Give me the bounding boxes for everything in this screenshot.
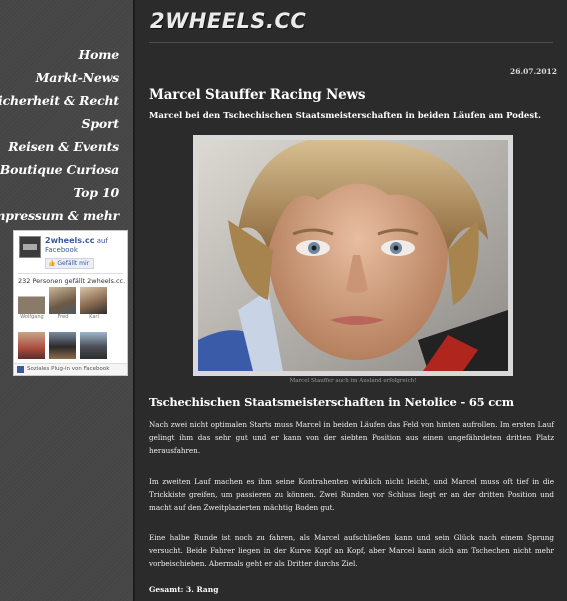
thumbs-up-icon: 👍 xyxy=(48,260,56,267)
article-paragraph: Eine halbe Runde ist noch zu fahren, als… xyxy=(149,533,554,568)
page-avatar[interactable] xyxy=(19,236,41,258)
nav-item-sport[interactable]: Sport xyxy=(0,115,120,138)
fan-avatar[interactable] xyxy=(18,332,45,359)
divider xyxy=(18,273,123,274)
fb-page-title: 2wheels.cc auf Facebook xyxy=(45,236,108,255)
total-result: Gesamt: 3. Rang xyxy=(149,585,219,594)
rider-portrait-image xyxy=(198,140,508,371)
sidebar: Home Markt-News Sicherheit & Recht Sport… xyxy=(0,0,133,601)
fan-name[interactable]: Karl xyxy=(79,314,109,320)
portrait-illustration xyxy=(198,140,508,371)
fan-avatar[interactable] xyxy=(49,332,76,359)
fan-avatar[interactable] xyxy=(49,287,76,314)
nav-item-home[interactable]: Home xyxy=(0,46,119,69)
nav-item-top-10[interactable]: Top 10 xyxy=(0,184,120,207)
fb-page-name-link[interactable]: 2wheels.cc xyxy=(45,236,95,245)
fb-plugin-footer: Soziales Plug-in von Facebook xyxy=(14,363,127,375)
fb-network-link[interactable]: Facebook xyxy=(45,246,78,254)
fan-name[interactable]: Fred xyxy=(48,314,78,320)
article-title: Marcel Stauffer Racing News xyxy=(149,87,366,103)
fb-like-button[interactable]: 👍 Gefällt mir xyxy=(45,258,94,269)
nav-item-sicherheit-recht[interactable]: Sicherheit & Recht xyxy=(0,92,119,115)
main-nav: Home Markt-News Sicherheit & Recht Sport… xyxy=(0,46,119,230)
fan-name[interactable]: Wolfgang xyxy=(17,314,47,320)
article-date: 26.07.2012 xyxy=(510,67,557,76)
article-paragraph: Im zweiten Lauf machen es ihm seine Kont… xyxy=(149,477,554,512)
fan-avatar[interactable] xyxy=(80,287,107,314)
photo-caption: Marcel Stauffer auch im Ausland erfolgre… xyxy=(289,378,417,384)
fb-on-label: auf xyxy=(96,237,108,245)
facebook-icon xyxy=(17,366,24,373)
fb-fan-count: 232 Personen gefällt 2wheels.cc. xyxy=(18,277,126,285)
fb-plugin-label[interactable]: Soziales Plug-in von Facebook xyxy=(27,366,109,372)
fan-avatar[interactable] xyxy=(18,287,45,314)
sidebar-divider xyxy=(133,0,135,601)
header-rule xyxy=(149,42,553,43)
nav-item-markt-news[interactable]: Markt-News xyxy=(0,69,120,92)
article-photo xyxy=(193,135,513,376)
site-logo[interactable]: 2WHEELS.CC xyxy=(150,9,306,33)
section-title: Tschechischen Staatsmeisterschaften in N… xyxy=(149,395,514,409)
nav-item-boutique-curiosa[interactable]: Boutique Curiosa xyxy=(0,161,119,184)
nav-item-reisen-events[interactable]: Reisen & Events xyxy=(0,138,119,161)
nav-item-impressum[interactable]: Impressum & mehr xyxy=(0,207,119,230)
fan-avatar[interactable] xyxy=(80,332,107,359)
fb-like-label: Gefällt mir xyxy=(57,260,90,267)
facebook-like-box: 2wheels.cc auf Facebook 👍 Gefällt mir 23… xyxy=(13,230,128,376)
article-lead: Marcel bei den Tschechischen Staatsmeist… xyxy=(149,111,541,121)
article-paragraph: Nach zwei nicht optimalen Starts muss Ma… xyxy=(149,420,554,455)
